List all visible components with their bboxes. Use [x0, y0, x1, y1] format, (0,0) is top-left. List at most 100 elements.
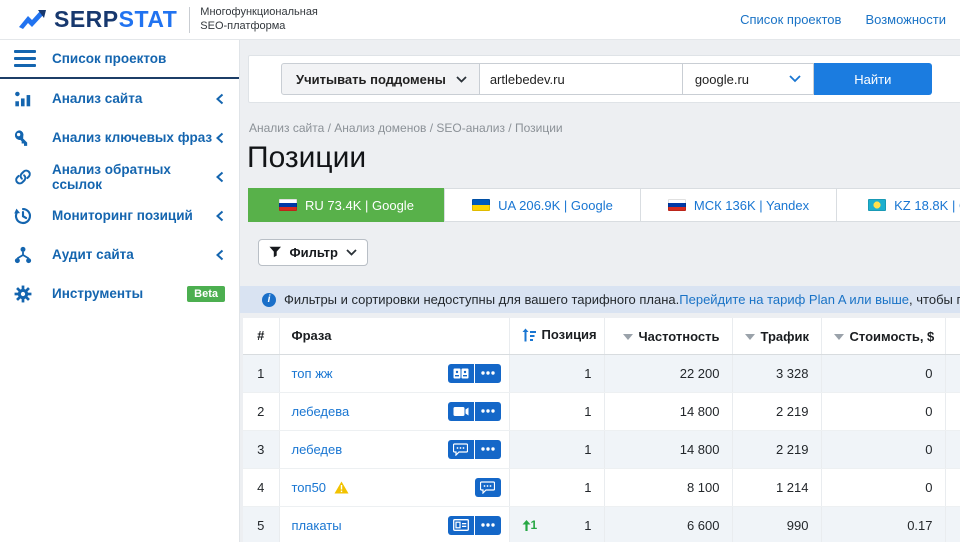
volume-cell: 6 600	[604, 506, 732, 542]
tab-ru-google[interactable]: RU 73.4K | Google	[248, 188, 445, 222]
beta-badge: Beta	[187, 286, 225, 302]
column-header-position[interactable]: Позиция	[509, 318, 604, 354]
backlinks-icon	[14, 168, 34, 186]
sort-down-icon	[745, 334, 755, 340]
sidebar-item-backlink-analysis[interactable]: Анализ обратных ссылок	[0, 157, 239, 196]
table-row: 3 лебедев	[243, 430, 960, 468]
breadcrumb-current: Позиции	[515, 121, 563, 135]
position-cell: 1 1	[509, 506, 604, 542]
domain-search-bar: Учитывать поддомены google.ru Найти	[248, 55, 960, 103]
arrow-up-icon	[522, 520, 531, 531]
phrase-cell: плакаты	[279, 506, 509, 542]
serpstat-logo[interactable]: SERPSTAT	[18, 8, 177, 32]
subdomain-mode-dropdown[interactable]: Учитывать поддомены	[281, 63, 480, 95]
breadcrumb-seo-analysis[interactable]: SEO-анализ	[436, 121, 505, 135]
chevron-left-icon	[215, 210, 225, 222]
positions-table: # Фраза Позиция Частотность Трафик	[243, 318, 960, 542]
sidebar-item-project-list[interactable]: Список проектов	[0, 40, 239, 79]
chevron-left-icon	[215, 93, 225, 105]
row-number: 4	[243, 468, 279, 506]
phrase-link[interactable]: топ жж	[292, 366, 333, 381]
tab-kz-google[interactable]: KZ 18.8K | Google	[836, 188, 960, 222]
row-number: 1	[243, 354, 279, 392]
cost-cell: 0.17	[821, 506, 945, 542]
phrase-link[interactable]: лебедев	[292, 442, 343, 457]
table-row: 2 лебедева	[243, 392, 960, 430]
tab-ua-google[interactable]: UA 206.9K | Google	[444, 188, 641, 222]
rank-monitoring-icon	[14, 207, 34, 225]
more-features-icon[interactable]	[475, 516, 501, 535]
serp-knowledge-card-icon[interactable]	[448, 516, 474, 535]
serp-video-icon[interactable]	[448, 402, 474, 421]
more-features-icon[interactable]	[475, 440, 501, 459]
sidebar-item-rank-monitoring[interactable]: Мониторинг позиций	[0, 196, 239, 235]
warning-icon[interactable]	[334, 481, 349, 494]
traffic-cell: 2 219	[732, 392, 821, 430]
chevron-down-icon	[456, 76, 467, 83]
phrase-cell: лебедева	[279, 392, 509, 430]
position-cell: 1	[509, 392, 604, 430]
sidebar: Список проектов Анализ сайта Анализ ключ…	[0, 40, 240, 542]
volume-cell: 14 800	[604, 392, 732, 430]
table-header-row: # Фраза Позиция Частотность Трафик	[243, 318, 960, 354]
row-number: 3	[243, 430, 279, 468]
sort-asc-active-icon	[522, 328, 536, 342]
ru-flag-icon	[279, 199, 297, 211]
row-number: 2	[243, 392, 279, 430]
volume-cell: 8 100	[604, 468, 732, 506]
kz-flag-icon	[868, 199, 886, 211]
phrase-link[interactable]: плакаты	[292, 518, 342, 533]
gear-icon	[14, 285, 34, 303]
column-header-number: #	[243, 318, 279, 354]
serp-comments-icon[interactable]	[475, 478, 501, 497]
nav-features-link[interactable]: Возможности	[865, 12, 946, 27]
nav-project-list-link[interactable]: Список проектов	[740, 12, 841, 27]
breadcrumb-domain-analysis[interactable]: Анализ доменов	[334, 121, 426, 135]
serp-comments-icon[interactable]	[448, 440, 474, 459]
region-tabs: RU 73.4K | Google UA 206.9K | Google МСК…	[248, 188, 960, 222]
breadcrumb-site-analysis[interactable]: Анализ сайта	[249, 121, 324, 135]
position-cell: 1	[509, 430, 604, 468]
phrase-link[interactable]: топ50	[292, 480, 327, 495]
ru-flag-icon	[668, 199, 686, 211]
table-row: 5 плакаты	[243, 506, 960, 542]
cost-cell: 0	[821, 430, 945, 468]
phrase-cell: топ жж	[279, 354, 509, 392]
site-analysis-icon	[14, 90, 34, 108]
position-cell: 1	[509, 354, 604, 392]
column-header-cost[interactable]: Стоимость, $	[821, 318, 945, 354]
sidebar-item-tools[interactable]: Инструменты Beta	[0, 274, 239, 313]
chevron-left-icon	[215, 249, 225, 261]
column-header-phrase[interactable]: Фраза	[279, 318, 509, 354]
hamburger-menu-icon[interactable]	[14, 50, 36, 67]
sidebar-item-site-audit[interactable]: Аудит сайта	[0, 235, 239, 274]
search-engine-select[interactable]: google.ru	[683, 63, 814, 95]
serp-images-icon[interactable]	[448, 364, 474, 383]
traffic-cell: 990	[732, 506, 821, 542]
table-row: 1 топ жж	[243, 354, 960, 392]
cost-cell: 0	[821, 468, 945, 506]
upgrade-plan-link[interactable]: Перейдите на тариф Plan A или выше	[679, 292, 909, 307]
traffic-cell: 1 214	[732, 468, 821, 506]
sidebar-item-site-analysis[interactable]: Анализ сайта	[0, 79, 239, 118]
phrase-cell: топ50	[279, 468, 509, 506]
more-features-icon[interactable]	[475, 402, 501, 421]
cost-cell: 0	[821, 354, 945, 392]
tab-msk-yandex[interactable]: МСК 136K | Yandex	[640, 188, 837, 222]
key-icon	[14, 129, 34, 147]
serpstat-logo-text: SERPSTAT	[54, 8, 177, 31]
volume-cell: 22 200	[604, 354, 732, 392]
column-header-volume[interactable]: Частотность	[604, 318, 732, 354]
phrase-link[interactable]: лебедева	[292, 404, 350, 419]
sidebar-item-keyword-analysis[interactable]: Анализ ключевых фраз	[0, 118, 239, 157]
traffic-cell: 2 219	[732, 430, 821, 468]
serpstat-logo-icon	[18, 8, 48, 32]
column-header-traffic[interactable]: Трафик	[732, 318, 821, 354]
cost-cell: 0	[821, 392, 945, 430]
more-features-icon[interactable]	[475, 364, 501, 383]
chevron-down-icon	[346, 249, 357, 256]
breadcrumb: Анализ сайта / Анализ доменов / SEO-анал…	[249, 121, 960, 135]
domain-query-input[interactable]	[480, 63, 683, 95]
search-button[interactable]: Найти	[814, 63, 932, 95]
filter-button[interactable]: Фильтр	[258, 239, 368, 266]
